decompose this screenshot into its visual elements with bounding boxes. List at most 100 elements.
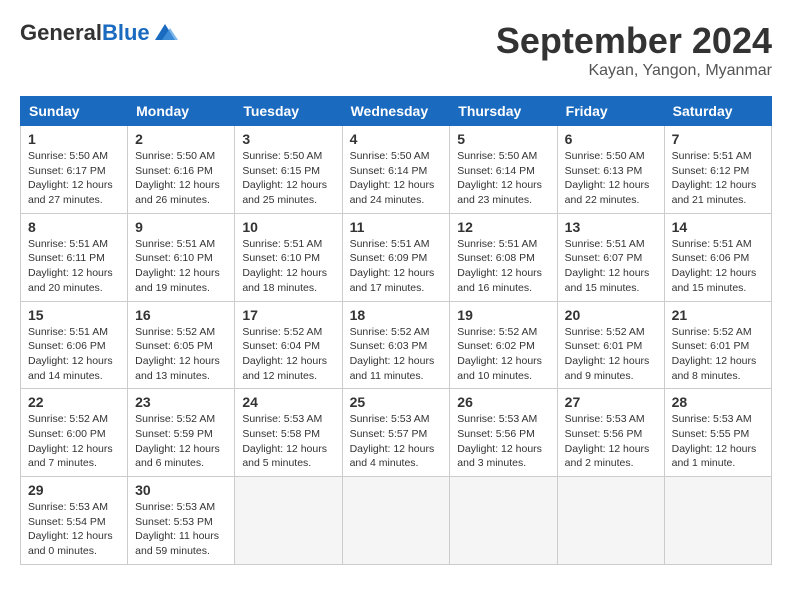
day-info: Sunrise: 5:52 AM Sunset: 6:02 PM Dayligh… xyxy=(457,325,549,384)
day-number: 12 xyxy=(457,219,549,235)
month-title: September 2024 xyxy=(496,20,772,62)
day-info: Sunrise: 5:51 AM Sunset: 6:07 PM Dayligh… xyxy=(565,237,657,296)
day-info: Sunrise: 5:53 AM Sunset: 5:56 PM Dayligh… xyxy=(457,412,549,471)
calendar-week-row: 22 Sunrise: 5:52 AM Sunset: 6:00 PM Dayli… xyxy=(21,389,772,477)
calendar-cell xyxy=(450,477,557,565)
column-header-monday: Monday xyxy=(128,97,235,126)
calendar-week-row: 1 Sunrise: 5:50 AM Sunset: 6:17 PM Daylig… xyxy=(21,126,772,214)
calendar-cell: 11 Sunrise: 5:51 AM Sunset: 6:09 PM Dayli… xyxy=(342,213,450,301)
day-number: 22 xyxy=(28,394,120,410)
calendar-cell: 17 Sunrise: 5:52 AM Sunset: 6:04 PM Dayli… xyxy=(235,301,342,389)
day-number: 13 xyxy=(565,219,657,235)
calendar-cell: 23 Sunrise: 5:52 AM Sunset: 5:59 PM Dayli… xyxy=(128,389,235,477)
day-number: 15 xyxy=(28,307,120,323)
day-number: 8 xyxy=(28,219,120,235)
day-info: Sunrise: 5:50 AM Sunset: 6:14 PM Dayligh… xyxy=(350,149,443,208)
day-number: 17 xyxy=(242,307,334,323)
calendar-cell: 26 Sunrise: 5:53 AM Sunset: 5:56 PM Dayli… xyxy=(450,389,557,477)
calendar-cell: 13 Sunrise: 5:51 AM Sunset: 6:07 PM Dayli… xyxy=(557,213,664,301)
calendar-cell: 5Sunrise: 5:50 AM Sunset: 6:14 PM Daylig… xyxy=(450,126,557,214)
day-number: 11 xyxy=(350,219,443,235)
column-header-sunday: Sunday xyxy=(21,97,128,126)
day-info: Sunrise: 5:50 AM Sunset: 6:17 PM Dayligh… xyxy=(28,149,120,208)
day-info: Sunrise: 5:51 AM Sunset: 6:09 PM Dayligh… xyxy=(350,237,443,296)
page-header: GeneralBlue September 2024 Kayan, Yangon… xyxy=(20,20,772,80)
calendar-cell: 10 Sunrise: 5:51 AM Sunset: 6:10 PM Dayli… xyxy=(235,213,342,301)
calendar-cell: 21Sunrise: 5:52 AM Sunset: 6:01 PM Dayli… xyxy=(664,301,771,389)
calendar-cell: 20 Sunrise: 5:52 AM Sunset: 6:01 PM Dayli… xyxy=(557,301,664,389)
day-info: Sunrise: 5:53 AM Sunset: 5:54 PM Dayligh… xyxy=(28,500,120,559)
day-info: Sunrise: 5:53 AM Sunset: 5:58 PM Dayligh… xyxy=(242,412,334,471)
day-number: 10 xyxy=(242,219,334,235)
calendar-cell: 6 Sunrise: 5:50 AM Sunset: 6:13 PM Daylig… xyxy=(557,126,664,214)
day-info: Sunrise: 5:52 AM Sunset: 6:01 PM Dayligh… xyxy=(565,325,657,384)
calendar-cell: 28 Sunrise: 5:53 AM Sunset: 5:55 PM Dayli… xyxy=(664,389,771,477)
day-info: Sunrise: 5:51 AM Sunset: 6:10 PM Dayligh… xyxy=(242,237,334,296)
day-number: 26 xyxy=(457,394,549,410)
calendar-cell: 8 Sunrise: 5:51 AM Sunset: 6:11 PM Daylig… xyxy=(21,213,128,301)
calendar-cell: 1 Sunrise: 5:50 AM Sunset: 6:17 PM Daylig… xyxy=(21,126,128,214)
calendar-cell: 22 Sunrise: 5:52 AM Sunset: 6:00 PM Dayli… xyxy=(21,389,128,477)
day-info: Sunrise: 5:51 AM Sunset: 6:06 PM Dayligh… xyxy=(28,325,120,384)
calendar-cell: 15 Sunrise: 5:51 AM Sunset: 6:06 PM Dayli… xyxy=(21,301,128,389)
logo-general-text: General xyxy=(20,20,102,46)
day-number: 27 xyxy=(565,394,657,410)
calendar-cell: 25Sunrise: 5:53 AM Sunset: 5:57 PM Dayli… xyxy=(342,389,450,477)
day-number: 30 xyxy=(135,482,227,498)
logo-icon xyxy=(150,22,180,44)
day-number: 1 xyxy=(28,131,120,147)
day-info: Sunrise: 5:52 AM Sunset: 5:59 PM Dayligh… xyxy=(135,412,227,471)
day-info: Sunrise: 5:50 AM Sunset: 6:16 PM Dayligh… xyxy=(135,149,227,208)
day-info: Sunrise: 5:51 AM Sunset: 6:06 PM Dayligh… xyxy=(672,237,764,296)
day-info: Sunrise: 5:51 AM Sunset: 6:12 PM Dayligh… xyxy=(672,149,764,208)
column-header-saturday: Saturday xyxy=(664,97,771,126)
day-info: Sunrise: 5:53 AM Sunset: 5:57 PM Dayligh… xyxy=(350,412,443,471)
calendar-cell: 27Sunrise: 5:53 AM Sunset: 5:56 PM Dayli… xyxy=(557,389,664,477)
calendar-cell: 4Sunrise: 5:50 AM Sunset: 6:14 PM Daylig… xyxy=(342,126,450,214)
location-title: Kayan, Yangon, Myanmar xyxy=(496,62,772,80)
day-number: 19 xyxy=(457,307,549,323)
day-number: 7 xyxy=(672,131,764,147)
day-number: 24 xyxy=(242,394,334,410)
calendar-cell: 30 Sunrise: 5:53 AM Sunset: 5:53 PM Dayli… xyxy=(128,477,235,565)
day-number: 9 xyxy=(135,219,227,235)
day-number: 18 xyxy=(350,307,443,323)
day-info: Sunrise: 5:53 AM Sunset: 5:55 PM Dayligh… xyxy=(672,412,764,471)
day-info: Sunrise: 5:50 AM Sunset: 6:14 PM Dayligh… xyxy=(457,149,549,208)
calendar-cell: 19 Sunrise: 5:52 AM Sunset: 6:02 PM Dayli… xyxy=(450,301,557,389)
calendar-cell: 3Sunrise: 5:50 AM Sunset: 6:15 PM Daylig… xyxy=(235,126,342,214)
title-area: September 2024 Kayan, Yangon, Myanmar xyxy=(496,20,772,80)
day-info: Sunrise: 5:50 AM Sunset: 6:15 PM Dayligh… xyxy=(242,149,334,208)
day-info: Sunrise: 5:52 AM Sunset: 6:00 PM Dayligh… xyxy=(28,412,120,471)
calendar-cell: 9Sunrise: 5:51 AM Sunset: 6:10 PM Daylig… xyxy=(128,213,235,301)
calendar-cell: 24 Sunrise: 5:53 AM Sunset: 5:58 PM Dayli… xyxy=(235,389,342,477)
calendar-cell xyxy=(557,477,664,565)
column-header-thursday: Thursday xyxy=(450,97,557,126)
day-number: 20 xyxy=(565,307,657,323)
day-info: Sunrise: 5:51 AM Sunset: 6:08 PM Dayligh… xyxy=(457,237,549,296)
calendar-cell: 18 Sunrise: 5:52 AM Sunset: 6:03 PM Dayli… xyxy=(342,301,450,389)
calendar-cell: 29Sunrise: 5:53 AM Sunset: 5:54 PM Dayli… xyxy=(21,477,128,565)
day-info: Sunrise: 5:50 AM Sunset: 6:13 PM Dayligh… xyxy=(565,149,657,208)
column-header-wednesday: Wednesday xyxy=(342,97,450,126)
calendar-table: SundayMondayTuesdayWednesdayThursdayFrid… xyxy=(20,96,772,565)
day-number: 28 xyxy=(672,394,764,410)
calendar-week-row: 8 Sunrise: 5:51 AM Sunset: 6:11 PM Daylig… xyxy=(21,213,772,301)
day-number: 14 xyxy=(672,219,764,235)
day-number: 16 xyxy=(135,307,227,323)
calendar-cell xyxy=(235,477,342,565)
logo: GeneralBlue xyxy=(20,20,180,46)
day-info: Sunrise: 5:52 AM Sunset: 6:03 PM Dayligh… xyxy=(350,325,443,384)
calendar-cell: 7 Sunrise: 5:51 AM Sunset: 6:12 PM Daylig… xyxy=(664,126,771,214)
calendar-cell: 16 Sunrise: 5:52 AM Sunset: 6:05 PM Dayli… xyxy=(128,301,235,389)
day-info: Sunrise: 5:53 AM Sunset: 5:53 PM Dayligh… xyxy=(135,500,227,559)
day-info: Sunrise: 5:52 AM Sunset: 6:04 PM Dayligh… xyxy=(242,325,334,384)
calendar-week-row: 29Sunrise: 5:53 AM Sunset: 5:54 PM Dayli… xyxy=(21,477,772,565)
day-number: 21 xyxy=(672,307,764,323)
calendar-cell xyxy=(664,477,771,565)
day-info: Sunrise: 5:51 AM Sunset: 6:11 PM Dayligh… xyxy=(28,237,120,296)
day-number: 6 xyxy=(565,131,657,147)
day-info: Sunrise: 5:52 AM Sunset: 6:05 PM Dayligh… xyxy=(135,325,227,384)
calendar-cell xyxy=(342,477,450,565)
day-number: 23 xyxy=(135,394,227,410)
